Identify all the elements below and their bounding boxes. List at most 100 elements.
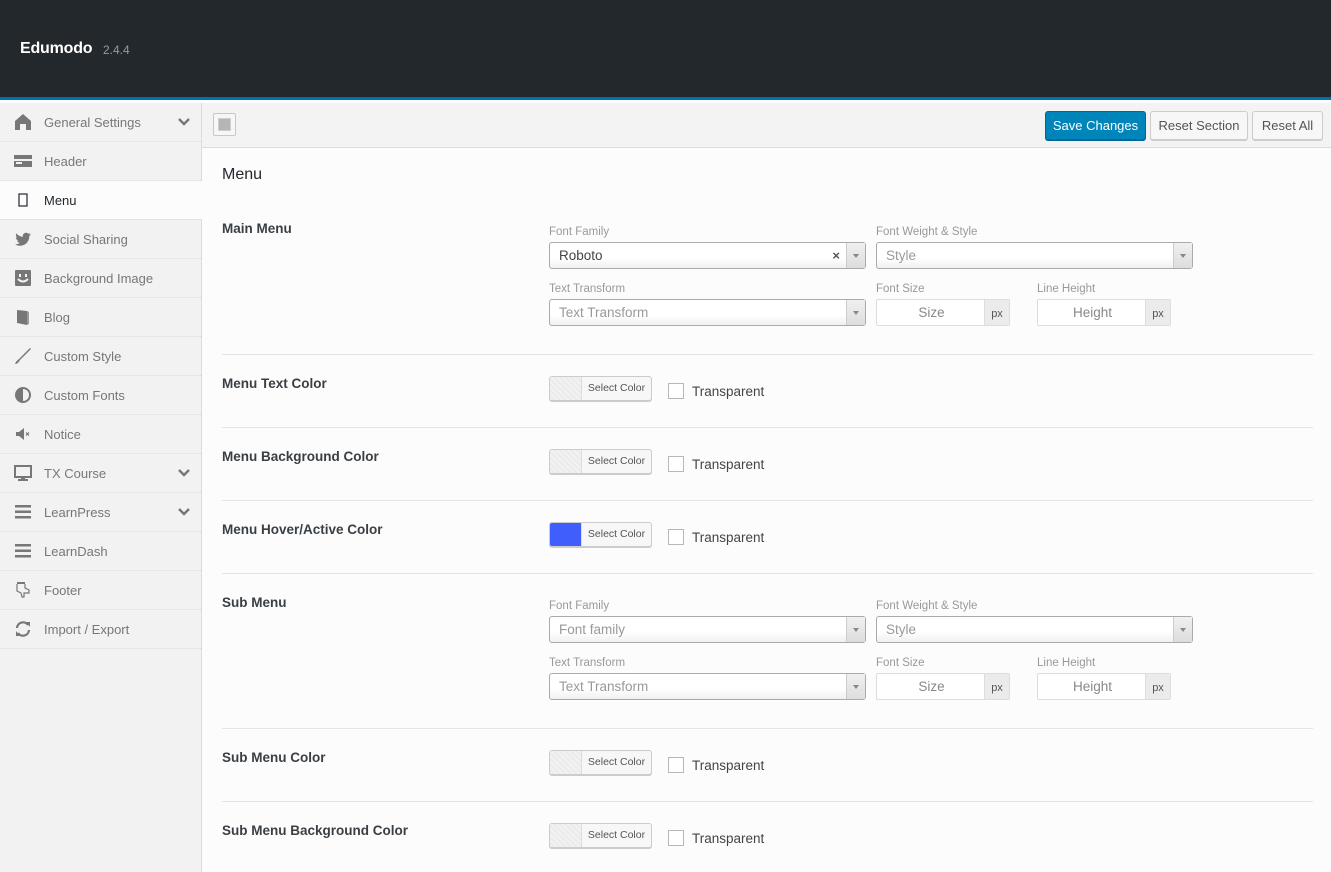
bars-icon (14, 503, 32, 521)
sidebar-item-notice[interactable]: Notice (0, 415, 201, 454)
chevron-down-icon[interactable] (177, 466, 191, 480)
font-family-label: Font Family (549, 226, 610, 238)
color-swatch (550, 751, 582, 774)
font-family-label: Font Family (549, 600, 610, 612)
chevron-down-icon[interactable] (177, 505, 191, 519)
chevron-down-icon[interactable] (177, 115, 191, 129)
color-swatch (550, 450, 582, 473)
color-swatch (550, 523, 582, 546)
main-menu-font-weight-select[interactable]: Style (876, 242, 1193, 269)
dropdown-arrow-icon[interactable] (846, 243, 865, 268)
sidebar-item-blog[interactable]: Blog (0, 298, 201, 337)
sub-menu-color-picker[interactable]: Select Color (549, 750, 652, 775)
sub-menu-color-label: Sub Menu Color (222, 750, 326, 765)
dropdown-arrow-icon[interactable] (1173, 243, 1192, 268)
checkbox[interactable] (668, 456, 684, 472)
divider (222, 728, 1313, 729)
main-menu-font-family-select[interactable]: Roboto × (549, 242, 866, 269)
select-placeholder: Style (886, 248, 917, 263)
sidebar-item-menu[interactable]: Menu (0, 181, 202, 220)
select-placeholder: Text Transform (559, 679, 649, 694)
menu-hover-active-color-picker[interactable]: Select Color (549, 522, 652, 547)
header-card-icon (14, 152, 32, 170)
font-size-label: Font Size (876, 283, 925, 295)
divider (222, 427, 1313, 428)
sub-menu-font-weight-select[interactable]: Style (876, 616, 1193, 643)
divider (222, 573, 1313, 574)
sidebar-item-label: Social Sharing (44, 232, 128, 247)
expand-options-button[interactable] (213, 113, 236, 136)
select-placeholder: Text Transform (559, 305, 649, 320)
clear-icon[interactable]: × (832, 248, 840, 263)
home-icon (14, 113, 32, 131)
sidebar-item-tx-course[interactable]: TX Course (0, 454, 201, 493)
input-placeholder: Size (918, 305, 945, 320)
sidebar-item-footer[interactable]: Footer (0, 571, 201, 610)
main-menu-font-size-input[interactable]: Size px (876, 299, 1010, 326)
section-title: Menu (222, 166, 263, 183)
select-placeholder: Style (886, 622, 917, 637)
sidebar: General Settings Header Menu Social Shar… (0, 103, 202, 872)
sub-menu-line-height-input[interactable]: Height px (1037, 673, 1171, 700)
sidebar-item-learndash[interactable]: LearnDash (0, 532, 201, 571)
sub-menu-color-transparent-checkbox[interactable]: Transparent (668, 757, 764, 773)
dropdown-arrow-icon[interactable] (1173, 617, 1192, 642)
select-color-label: Select Color (587, 455, 646, 467)
input-placeholder: Height (1072, 305, 1113, 320)
font-size-label: Font Size (876, 657, 925, 669)
save-changes-button[interactable]: Save Changes (1045, 111, 1146, 140)
main-menu-label: Main Menu (222, 221, 292, 236)
reset-section-button[interactable]: Reset Section (1150, 111, 1248, 140)
main-menu-line-height-input[interactable]: Height px (1037, 299, 1171, 326)
sidebar-item-label: General Settings (44, 115, 141, 130)
menu-text-color-picker[interactable]: Select Color (549, 376, 652, 401)
sidebar-item-label: Header (44, 154, 87, 169)
menu-hover-transparent-checkbox[interactable]: Transparent (668, 529, 764, 545)
checkbox[interactable] (668, 757, 684, 773)
options-toolbar: Save Changes Reset Section Reset All (202, 103, 1331, 148)
font-weight-label: Font Weight & Style (876, 600, 978, 612)
smiley-image-icon (14, 269, 32, 287)
dropdown-arrow-icon[interactable] (846, 617, 865, 642)
sidebar-item-custom-style[interactable]: Custom Style (0, 337, 201, 376)
sidebar-item-header[interactable]: Header (0, 142, 201, 181)
font-weight-label: Font Weight & Style (876, 226, 978, 238)
sub-menu-font-size-input[interactable]: Size px (876, 673, 1010, 700)
sidebar-item-learnpress[interactable]: LearnPress (0, 493, 201, 532)
sidebar-item-import-export[interactable]: Import / Export (0, 610, 201, 649)
text-transform-label: Text Transform (549, 283, 626, 295)
sub-menu-background-transparent-checkbox[interactable]: Transparent (668, 830, 764, 846)
sub-menu-label: Sub Menu (222, 595, 287, 610)
select-color-label: Select Color (587, 829, 646, 841)
sidebar-item-label: Notice (44, 427, 81, 442)
dropdown-arrow-icon[interactable] (846, 300, 865, 325)
sidebar-item-general-settings[interactable]: General Settings (0, 103, 201, 142)
menu-text-color-label: Menu Text Color (222, 376, 327, 391)
sidebar-item-custom-fonts[interactable]: Custom Fonts (0, 376, 201, 415)
divider (222, 801, 1313, 802)
select-color-label: Select Color (587, 382, 646, 394)
sidebar-item-label: TX Course (44, 466, 107, 481)
checkbox[interactable] (668, 529, 684, 545)
reset-all-button[interactable]: Reset All (1252, 111, 1323, 140)
sidebar-item-social-sharing[interactable]: Social Sharing (0, 220, 201, 259)
menu-text-transparent-checkbox[interactable]: Transparent (668, 383, 764, 399)
dropdown-arrow-icon[interactable] (846, 674, 865, 699)
checkbox[interactable] (668, 383, 684, 399)
select-color-label: Select Color (587, 528, 646, 540)
bars-icon (14, 542, 32, 560)
contrast-icon (14, 386, 32, 404)
menu-background-transparent-checkbox[interactable]: Transparent (668, 456, 764, 472)
sub-menu-font-family-select[interactable]: Font family (549, 616, 866, 643)
text-transform-label: Text Transform (549, 657, 626, 669)
menu-background-color-picker[interactable]: Select Color (549, 449, 652, 474)
sidebar-item-background-image[interactable]: Background Image (0, 259, 201, 298)
sidebar-item-label: Footer (44, 583, 82, 598)
divider (222, 354, 1313, 355)
sub-menu-background-color-picker[interactable]: Select Color (549, 823, 652, 848)
select-value: Roboto (559, 248, 603, 263)
checkbox[interactable] (668, 830, 684, 846)
unit-label: px (984, 300, 1009, 325)
main-menu-text-transform-select[interactable]: Text Transform (549, 299, 866, 326)
sub-menu-text-transform-select[interactable]: Text Transform (549, 673, 866, 700)
